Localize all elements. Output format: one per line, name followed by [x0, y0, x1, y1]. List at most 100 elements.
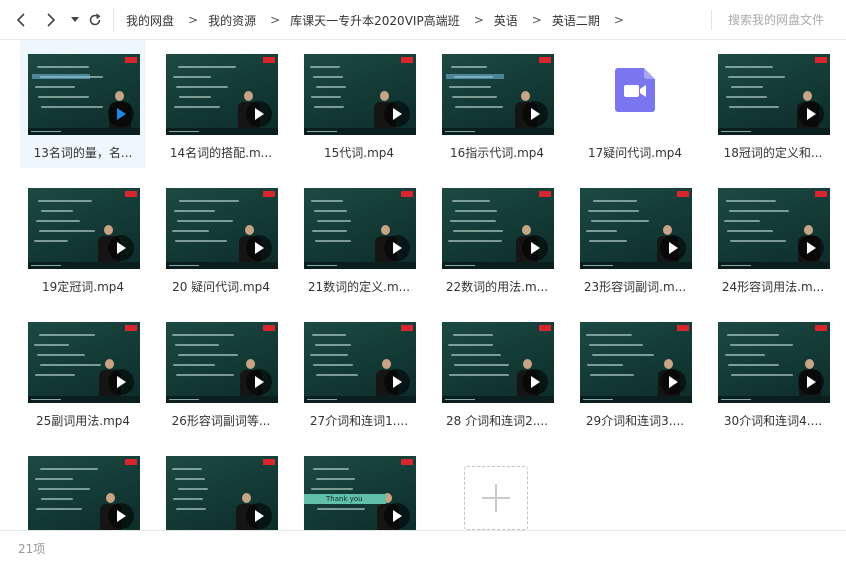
play-button[interactable] — [246, 101, 272, 127]
file-item[interactable]: 17疑问代词.mp4 — [572, 40, 698, 168]
breadcrumb-item[interactable]: 英语 — [494, 12, 518, 29]
file-item[interactable]: 19定冠词.mp4 — [20, 174, 146, 302]
forward-button[interactable] — [40, 10, 60, 30]
back-button[interactable] — [12, 10, 32, 30]
play-button[interactable] — [246, 369, 272, 395]
file-name: 25副词用法.mp4 — [35, 414, 131, 428]
file-item[interactable]: 14名词的搭配.m... — [158, 40, 284, 168]
play-button[interactable] — [246, 503, 272, 529]
thumbnail-text-line — [35, 86, 75, 88]
play-button[interactable] — [660, 369, 686, 395]
play-button[interactable] — [384, 369, 410, 395]
video-thumbnail — [580, 188, 692, 269]
thumbnail-text-line — [726, 200, 776, 202]
breadcrumb-separator-icon: > — [613, 13, 624, 27]
play-button[interactable] — [384, 235, 410, 261]
thumbnail-footer — [28, 396, 140, 403]
file-item[interactable]: 15代词.mp4 — [296, 40, 422, 168]
play-button[interactable] — [108, 235, 134, 261]
play-button[interactable] — [108, 503, 134, 529]
file-item[interactable]: 21数词的定义.m... — [296, 174, 422, 302]
video-thumbnail — [166, 322, 278, 403]
play-button[interactable] — [660, 235, 686, 261]
thumbnail-text-line — [455, 210, 497, 212]
thumbnail-text-line — [172, 334, 234, 336]
file-item[interactable]: Thank you — [296, 442, 422, 530]
play-button[interactable] — [246, 235, 272, 261]
thumbnail-text-line — [38, 96, 89, 98]
file-item[interactable]: 18冠词的定义和... — [710, 40, 836, 168]
video-thumbnail — [304, 54, 416, 135]
file-name: 19定冠词.mp4 — [41, 280, 125, 294]
play-button[interactable] — [522, 101, 548, 127]
play-icon — [807, 108, 816, 120]
file-item[interactable]: 20 疑问代词.mp4 — [158, 174, 284, 302]
thumbnail-text-line — [728, 76, 785, 78]
play-icon — [807, 242, 816, 254]
file-item[interactable]: 27介词和连词1.... — [296, 308, 422, 436]
thumbnail-text-line — [178, 354, 238, 356]
thumbnail-text-line — [448, 344, 493, 346]
thumbnail-text-line — [449, 374, 509, 376]
file-item[interactable] — [158, 442, 284, 530]
play-button[interactable] — [108, 101, 134, 127]
thumbnail-footer — [28, 262, 140, 269]
play-button[interactable] — [798, 101, 824, 127]
file-item[interactable]: 13名词的量，名... — [20, 40, 146, 168]
file-item[interactable]: 23形容词副词.m... — [572, 174, 698, 302]
thumbnail-footer — [166, 262, 278, 269]
status-bar: 21项 — [0, 530, 846, 562]
refresh-button[interactable] — [85, 10, 105, 30]
search-input[interactable] — [722, 10, 846, 30]
file-item[interactable]: 28 介词和连词2.... — [434, 308, 560, 436]
thumbnail-text-line — [727, 334, 779, 336]
video-thumbnail — [28, 54, 140, 135]
play-button[interactable] — [798, 369, 824, 395]
video-thumbnail — [580, 322, 692, 403]
new-folder-tile[interactable] — [434, 456, 560, 530]
file-item[interactable]: 16指示代词.mp4 — [434, 40, 560, 168]
file-name: 14名词的搭配.m... — [169, 146, 273, 160]
play-icon — [393, 242, 402, 254]
history-dropdown-button[interactable] — [65, 10, 85, 30]
video-thumbnail — [304, 322, 416, 403]
video-file-icon — [615, 68, 655, 112]
thumbnail-text-line — [310, 354, 348, 356]
video-thumbnail — [718, 188, 830, 269]
file-item[interactable] — [20, 442, 146, 530]
file-name: 28 介词和连词2.... — [446, 414, 548, 428]
play-button[interactable] — [522, 369, 548, 395]
thumbnail-text-line — [590, 374, 634, 376]
thumbnail-text-line — [176, 374, 234, 376]
file-item[interactable]: 29介词和连词3.... — [572, 308, 698, 436]
breadcrumb-item[interactable]: 我的资源 — [208, 12, 256, 29]
file-name: 30介词和连词4.... — [723, 414, 823, 428]
channel-logo — [401, 191, 413, 197]
file-item[interactable]: 25副词用法.mp4 — [20, 308, 146, 436]
breadcrumb-item[interactable]: 库课天一专升本2020VIP高端班 — [290, 12, 460, 29]
play-button[interactable] — [384, 503, 410, 529]
breadcrumb-item[interactable]: 我的网盘 — [126, 12, 174, 29]
file-item[interactable]: 24形容词用法.m... — [710, 174, 836, 302]
file-name: 16指示代词.mp4 — [449, 146, 545, 160]
channel-logo — [401, 57, 413, 63]
file-item[interactable]: 30介词和连词4.... — [710, 308, 836, 436]
file-name: 22数词的用法.m... — [445, 280, 549, 294]
thumbnail-text-line — [586, 334, 632, 336]
play-button[interactable] — [108, 369, 134, 395]
channel-logo — [125, 459, 137, 465]
thumbnail-text-line — [36, 220, 80, 222]
add-item-box[interactable] — [464, 466, 528, 530]
thumbnail-text-line — [176, 508, 206, 510]
thumbnail-text-line — [38, 200, 92, 202]
play-button[interactable] — [798, 235, 824, 261]
play-button[interactable] — [384, 101, 410, 127]
file-item[interactable]: 26形容词副词等... — [158, 308, 284, 436]
play-button[interactable] — [522, 235, 548, 261]
file-item[interactable]: 22数词的用法.m... — [434, 174, 560, 302]
search-divider — [711, 10, 712, 30]
video-thumbnail — [718, 322, 830, 403]
thumbnail-text-line — [35, 478, 73, 480]
thumbnail-text-line — [592, 354, 654, 356]
breadcrumb-item-current[interactable]: 英语二期 — [552, 12, 600, 29]
